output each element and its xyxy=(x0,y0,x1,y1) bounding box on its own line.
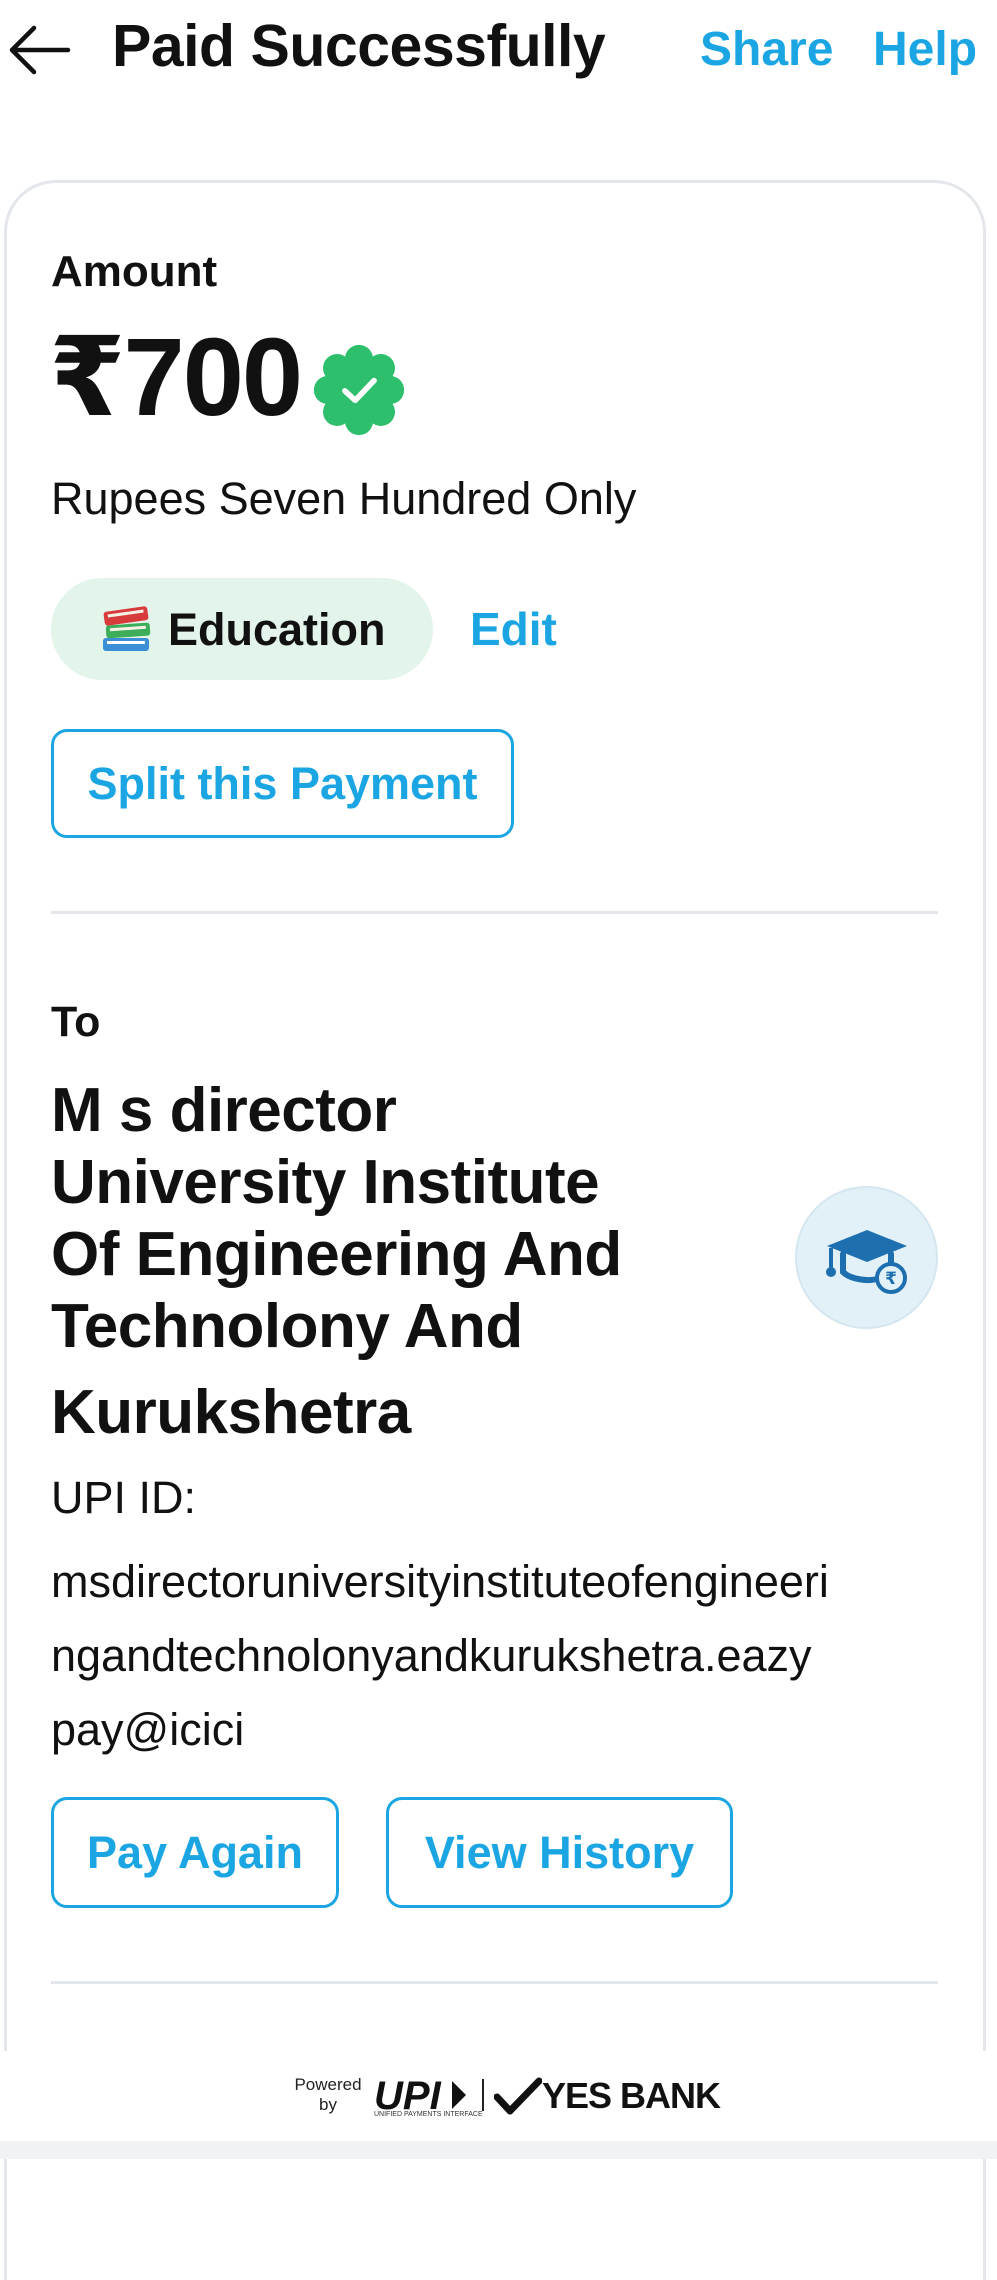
logo-separator xyxy=(482,2079,484,2111)
bank-name: YES BANK xyxy=(542,2075,721,2116)
divider xyxy=(51,911,938,914)
amount-in-words: Rupees Seven Hundred Only xyxy=(51,473,637,524)
share-link[interactable]: Share xyxy=(700,22,833,77)
amount-value: ₹700 xyxy=(49,316,303,439)
pay-again-button[interactable]: Pay Again xyxy=(51,1797,339,1908)
divider xyxy=(51,1981,938,1984)
split-payment-button[interactable]: Split this Payment xyxy=(51,729,514,838)
payee-name-line: University Institute xyxy=(51,1148,600,1217)
edit-category-link[interactable]: Edit xyxy=(470,602,557,656)
upi-id-value: msdirectoruniversityinstituteofengineeri… xyxy=(51,1556,829,1755)
help-link[interactable]: Help xyxy=(873,22,977,77)
page-title: Paid Successfully xyxy=(112,13,606,79)
category-tag[interactable]: Education xyxy=(51,578,433,680)
category-label: Education xyxy=(168,604,386,655)
payee-name-line: M s director xyxy=(51,1076,397,1145)
payee-name: M s director University Institute Of Eng… xyxy=(51,1075,711,1449)
footer-branding: Powered by UPI UNIFIED PAYMENTS INTERFAC… xyxy=(0,2051,997,2141)
payee-name-line: Of Engineering And xyxy=(51,1220,622,1289)
svg-text:₹: ₹ xyxy=(885,1269,897,1289)
top-bar: Paid Successfully Share Help xyxy=(0,0,997,110)
yes-bank-check-icon xyxy=(494,2077,542,2115)
verified-check-badge-icon xyxy=(313,344,405,436)
payee-avatar: ₹ xyxy=(795,1186,938,1329)
books-icon xyxy=(103,606,151,651)
bottom-strip xyxy=(0,2141,997,2159)
to-label: To xyxy=(51,998,101,1046)
powered-by-text: Powered by xyxy=(294,2075,362,2114)
graduation-cap-icon: ₹ xyxy=(826,1230,907,1294)
back-arrow-icon[interactable] xyxy=(6,22,72,78)
upi-subtext: UNIFIED PAYMENTS INTERFACE xyxy=(374,2111,483,2118)
view-history-button[interactable]: View History xyxy=(386,1797,733,1908)
upi-id-label: UPI ID: xyxy=(51,1472,197,1523)
payee-name-line: Kurukshetra xyxy=(51,1378,411,1447)
payee-name-line: Technolony And xyxy=(51,1292,523,1361)
amount-label: Amount xyxy=(51,247,218,296)
